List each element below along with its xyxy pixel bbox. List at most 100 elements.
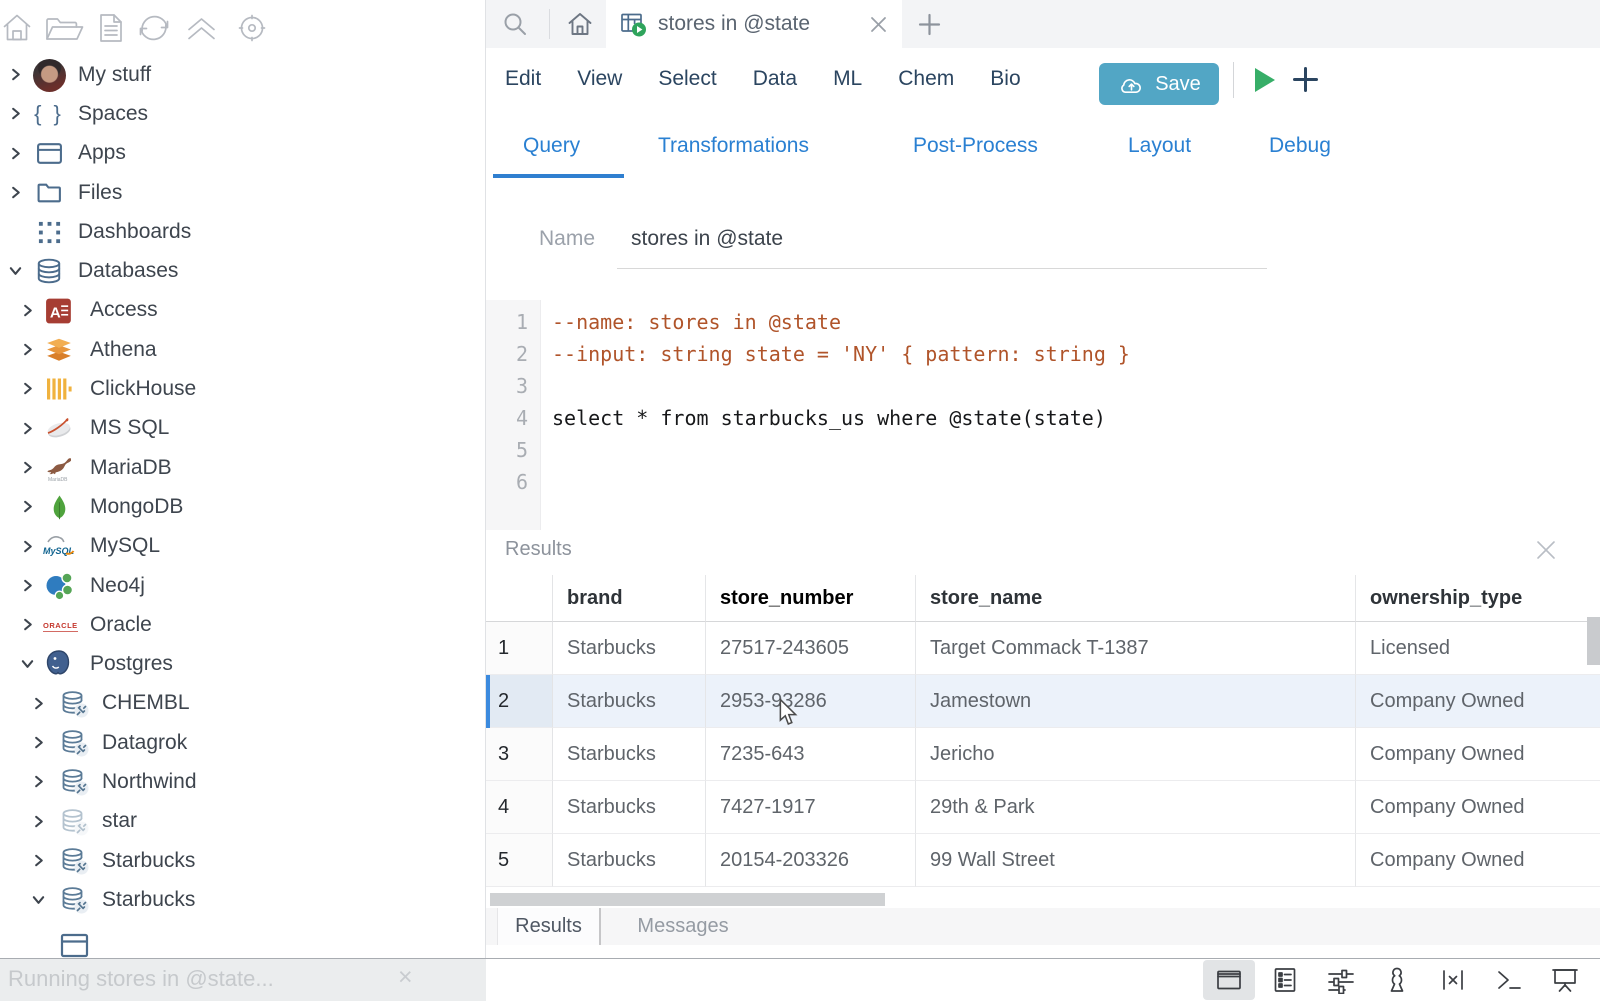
chevron-right-icon[interactable] bbox=[31, 735, 46, 750]
sidebar-item-athena[interactable]: Athena bbox=[0, 330, 485, 369]
run-button[interactable] bbox=[1250, 65, 1280, 95]
tab-transformations[interactable]: Transformations bbox=[658, 134, 809, 158]
column-header-store-number[interactable]: store_number bbox=[705, 575, 915, 622]
tab-messages[interactable]: Messages bbox=[618, 908, 748, 945]
chevron-right-icon[interactable] bbox=[8, 146, 23, 161]
chevron-down-icon[interactable] bbox=[31, 892, 46, 907]
search-icon[interactable] bbox=[502, 11, 528, 37]
column-header-brand[interactable]: brand bbox=[553, 575, 705, 622]
cancel-icon[interactable]: × bbox=[398, 963, 413, 992]
sidebar-item-dashboards[interactable]: Dashboards bbox=[0, 212, 485, 251]
tab-debug[interactable]: Debug bbox=[1269, 134, 1331, 158]
chevron-right-icon[interactable] bbox=[8, 67, 23, 82]
chevron-right-icon[interactable] bbox=[31, 774, 46, 789]
settings-sliders-icon[interactable] bbox=[1326, 962, 1355, 998]
chevron-right-icon[interactable] bbox=[20, 421, 35, 436]
tab-stores-in-state[interactable]: stores in @state bbox=[606, 0, 902, 48]
sync-icon[interactable] bbox=[136, 12, 172, 44]
chevron-down-icon[interactable] bbox=[20, 656, 35, 671]
sidebar-item-neo4j[interactable]: Neo4j bbox=[0, 566, 485, 605]
name-input[interactable]: stores in @state bbox=[631, 227, 783, 251]
horizontal-scrollbar-thumb[interactable] bbox=[490, 893, 885, 906]
chevron-right-icon[interactable] bbox=[31, 853, 46, 868]
close-icon[interactable] bbox=[1534, 538, 1558, 562]
sidebar-item-starbucks[interactable]: Starbucks bbox=[0, 841, 485, 880]
sidebar-item-spaces[interactable]: { } Spaces bbox=[0, 94, 485, 133]
home-icon[interactable] bbox=[566, 10, 594, 38]
form-view-icon[interactable] bbox=[1270, 962, 1299, 998]
sidebar-item-files[interactable]: Files bbox=[0, 173, 485, 212]
sidebar-item-mysql[interactable]: MySQL MySQL bbox=[0, 527, 485, 566]
sidebar-item-mssql[interactable]: MS SQL bbox=[0, 409, 485, 448]
chevron-right-icon[interactable] bbox=[8, 106, 23, 121]
menu-view[interactable]: View bbox=[577, 67, 622, 91]
open-folder-icon[interactable] bbox=[44, 12, 86, 44]
chevron-right-icon[interactable] bbox=[20, 539, 35, 554]
table-row[interactable]: 4 Starbucks 7427-1917 29th & Park Compan… bbox=[486, 781, 1600, 834]
chevron-right-icon[interactable] bbox=[20, 460, 35, 475]
sidebar-item-mongodb[interactable]: MongoDB bbox=[0, 487, 485, 526]
menu-bio[interactable]: Bio bbox=[990, 67, 1020, 91]
tab-query[interactable]: Query bbox=[523, 134, 580, 158]
sidebar-item-label: Starbucks bbox=[0, 888, 195, 912]
sidebar-item-databases[interactable]: Databases bbox=[0, 251, 485, 290]
sidebar-item-access[interactable]: A Access bbox=[0, 291, 485, 330]
sidebar-item-starbucks-expanded[interactable]: Starbucks bbox=[0, 880, 485, 919]
table-row[interactable]: 3 Starbucks 7235-643 Jericho Company Own… bbox=[486, 728, 1600, 781]
menu-select[interactable]: Select bbox=[658, 67, 716, 91]
variables-icon[interactable] bbox=[1438, 962, 1467, 998]
chevron-right-icon[interactable] bbox=[8, 185, 23, 200]
sidebar-item-datagrok[interactable]: Datagrok bbox=[0, 723, 485, 762]
row-number: 5 bbox=[486, 834, 553, 887]
tab-post-process[interactable]: Post-Process bbox=[913, 134, 1038, 158]
sidebar-item-postgres[interactable]: Postgres bbox=[0, 644, 485, 683]
sidebar-item-star[interactable]: star bbox=[0, 802, 485, 841]
chevron-right-icon[interactable] bbox=[31, 814, 46, 829]
table-row[interactable]: 1 Starbucks 27517-243605 Target Commack … bbox=[486, 622, 1600, 675]
sidebar-item-northwind[interactable]: Northwind bbox=[0, 762, 485, 801]
chevron-down-icon[interactable] bbox=[8, 263, 23, 278]
line-number: 1 bbox=[486, 306, 528, 338]
sidebar-item-clickhouse[interactable]: ClickHouse bbox=[0, 369, 485, 408]
new-tab-icon[interactable] bbox=[918, 13, 941, 36]
chevron-right-icon[interactable] bbox=[31, 696, 46, 711]
tab-results[interactable]: Results bbox=[497, 908, 601, 945]
chevron-right-icon[interactable] bbox=[20, 381, 35, 396]
close-icon[interactable] bbox=[869, 15, 888, 34]
save-button[interactable]: Save bbox=[1099, 63, 1219, 105]
console-icon[interactable] bbox=[1494, 962, 1523, 998]
sql-editor[interactable]: 1--name: stores in @state 2--input: stri… bbox=[486, 300, 1600, 530]
column-header-ownership-type[interactable]: ownership_type bbox=[1355, 575, 1600, 622]
table-row[interactable]: 5 Starbucks 20154-203326 99 Wall Street … bbox=[486, 834, 1600, 887]
chevron-right-icon[interactable] bbox=[20, 578, 35, 593]
menu-ml[interactable]: ML bbox=[833, 67, 862, 91]
grid-view-icon[interactable] bbox=[1203, 960, 1255, 1000]
menu-edit[interactable]: Edit bbox=[505, 67, 541, 91]
sidebar-item-my-stuff[interactable]: My stuff bbox=[0, 55, 485, 94]
add-icon[interactable] bbox=[1292, 66, 1319, 93]
menu-chem[interactable]: Chem bbox=[898, 67, 954, 91]
presentation-icon[interactable] bbox=[1550, 962, 1579, 998]
sidebar-item-chembl[interactable]: CHEMBL bbox=[0, 684, 485, 723]
double-chevron-up-icon[interactable] bbox=[184, 12, 219, 44]
column-header-store-name[interactable]: store_name bbox=[915, 575, 1355, 622]
sidebar-item-apps[interactable]: Apps bbox=[0, 134, 485, 173]
chevron-right-icon[interactable] bbox=[20, 303, 35, 318]
target-icon[interactable] bbox=[231, 12, 273, 44]
status-message: Running stores in @state... bbox=[8, 966, 274, 992]
home-icon[interactable] bbox=[2, 12, 32, 44]
vertical-scrollbar-thumb[interactable] bbox=[1587, 617, 1600, 665]
table-row-selected[interactable]: 2 Starbucks 2953-93286 Jamestown Company… bbox=[486, 675, 1600, 728]
chevron-right-icon[interactable] bbox=[20, 617, 35, 632]
sidebar-item-partial[interactable] bbox=[0, 920, 485, 958]
sidebar-item-mariadb[interactable]: MariaDB MariaDB bbox=[0, 448, 485, 487]
sidebar-item-oracle[interactable]: ORACLE Oracle bbox=[0, 605, 485, 644]
document-icon[interactable] bbox=[98, 12, 124, 44]
cell-ownership-type: Company Owned bbox=[1355, 728, 1600, 781]
assistant-icon[interactable] bbox=[1382, 962, 1411, 998]
row-number-header[interactable] bbox=[486, 575, 553, 622]
menu-data[interactable]: Data bbox=[753, 67, 797, 91]
chevron-right-icon[interactable] bbox=[20, 499, 35, 514]
chevron-right-icon[interactable] bbox=[20, 342, 35, 357]
tab-layout[interactable]: Layout bbox=[1128, 134, 1191, 158]
